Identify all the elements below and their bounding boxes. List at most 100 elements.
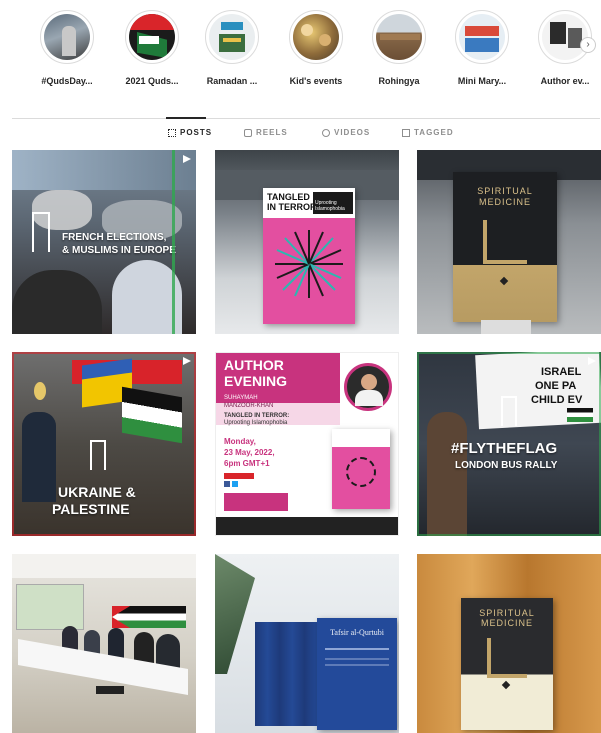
- post-panel-meeting[interactable]: [12, 554, 196, 733]
- highlight-thumbnail: [376, 14, 422, 60]
- book-spines: [255, 622, 317, 726]
- post-fly-the-flag[interactable]: ISRAEL ONE PA CHILD EV #FLYTHEFLAG LONDO…: [417, 352, 601, 536]
- tab-posts-label: POSTS: [180, 128, 213, 137]
- projection-screen: [16, 584, 84, 630]
- calligraphy-icon: [483, 220, 527, 264]
- post-title-line2: & MUSLIMS IN EUROPE: [62, 245, 176, 256]
- book-cover: TANGLED IN TERROR Uprooting Islamophobia: [263, 188, 355, 324]
- post-spiritual-medicine[interactable]: SPIRITUAL MEDICINE: [417, 150, 601, 334]
- ceiling: [12, 554, 196, 578]
- flag-triangle: [112, 606, 130, 628]
- highlights-next-button[interactable]: ›: [580, 37, 596, 53]
- highlight-label: Author ev...: [540, 76, 590, 86]
- highlight-label: Mini Mary...: [457, 76, 507, 86]
- highlight-thumbnail: [459, 14, 505, 60]
- brand-logo-icon: [32, 212, 50, 252]
- speaker-avatar: [344, 363, 392, 411]
- event-footer-bar: [216, 517, 398, 535]
- book-title-b: IN TERROR: [267, 202, 317, 212]
- book-title: SPIRITUAL: [479, 608, 535, 618]
- video-icon: [322, 128, 330, 137]
- book-title: Tafsir al-Qurtubi: [330, 628, 384, 637]
- book-title-2: MEDICINE: [480, 618, 533, 628]
- tab-reels-label: REELS: [256, 128, 288, 137]
- register-badge: [224, 473, 254, 479]
- highlight-label: Ramadan ...: [206, 76, 258, 86]
- book-cover: SPIRITUAL MEDICINE: [453, 172, 557, 322]
- laptop: [96, 686, 124, 694]
- event-speaker-2: MANZOOR-KHAN: [224, 403, 274, 409]
- highlight-thumbnail: [209, 14, 255, 60]
- tab-tagged[interactable]: TAGGED: [402, 128, 454, 137]
- event-heading-1: AUTHOR: [224, 357, 284, 373]
- book-rule: [325, 648, 389, 650]
- highlight-thumbnail: [293, 14, 339, 60]
- twitter-icon: [232, 481, 238, 487]
- plant: [215, 554, 255, 674]
- tab-posts[interactable]: POSTS: [168, 128, 212, 137]
- highlight-mini-mary[interactable]: Mini Mary...: [442, 10, 522, 86]
- event-cta-banner: [224, 493, 288, 511]
- highlight-cover: [289, 10, 343, 64]
- highlight-quds-day[interactable]: #QudsDay...: [27, 10, 107, 86]
- story-highlights: #QudsDay... 2021 Quds... Ramadan ... Kid…: [0, 0, 601, 100]
- diamond-icon: [499, 276, 509, 286]
- post-tafsir-al-qurtubi[interactable]: Tafsir al-Qurtubi: [215, 554, 399, 733]
- diamond-icon: [501, 680, 511, 690]
- tab-tagged-label: TAGGED: [414, 128, 454, 137]
- book-subtitle: Uprooting Islamophobia: [315, 200, 345, 212]
- highlight-rohingya[interactable]: Rohingya: [359, 10, 439, 86]
- tab-videos[interactable]: VIDEOS: [322, 128, 370, 137]
- highlight-label: 2021 Quds...: [125, 76, 179, 86]
- panelist: [108, 628, 124, 658]
- highlight-2021-quds[interactable]: 2021 Quds...: [112, 10, 192, 86]
- book-cover: SPIRITUAL MEDICINE: [461, 598, 553, 730]
- book-title-a: TANGLED: [267, 192, 310, 202]
- facebook-icon: [224, 481, 230, 487]
- post-tangled-in-terror[interactable]: TANGLED IN TERROR Uprooting Islamophobia: [215, 150, 399, 334]
- book-rule: [325, 664, 389, 666]
- book-title: SPIRITUAL: [477, 186, 533, 196]
- book-rule: [325, 658, 389, 660]
- post-title-line1: FRENCH ELECTIONS,: [62, 232, 167, 243]
- highlight-cover: [125, 10, 179, 64]
- highlight-cover: [455, 10, 509, 64]
- post-image-figure: [12, 270, 102, 334]
- tab-reels[interactable]: REELS: [244, 128, 288, 137]
- highlight-label: #QudsDay...: [41, 76, 93, 86]
- green-frame-accent: [417, 352, 601, 536]
- tagged-icon: [402, 128, 410, 137]
- highlight-cover: [40, 10, 94, 64]
- event-speaker-1: SUHAYMAH: [224, 395, 258, 401]
- reels-icon: [244, 128, 252, 137]
- highlight-label: Kid's events: [289, 76, 343, 86]
- green-frame-accent: [172, 150, 196, 334]
- post-french-elections[interactable]: FRENCH ELECTIONS, & MUSLIMS IN EUROPE: [12, 150, 196, 334]
- highlight-thumbnail: [542, 14, 588, 60]
- calligraphy-icon: [487, 638, 527, 678]
- highlight-thumbnail: [44, 14, 90, 60]
- event-heading-2: EVENING: [224, 373, 288, 389]
- highlight-ramadan[interactable]: Ramadan ...: [192, 10, 272, 86]
- tab-videos-label: VIDEOS: [334, 128, 371, 137]
- post-author-evening[interactable]: AUTHOR EVENING SUHAYMAH MANZOOR-KHAN TAN…: [215, 352, 399, 536]
- starburst-icon: [275, 230, 343, 298]
- highlight-label: Rohingya: [378, 76, 420, 86]
- post-spiritual-medicine-wood[interactable]: SPIRITUAL MEDICINE: [417, 554, 601, 733]
- highlight-thumbnail: [129, 14, 175, 60]
- red-frame-accent: [12, 352, 196, 536]
- active-tab-indicator: [166, 117, 206, 119]
- highlight-kids-events[interactable]: Kid's events: [276, 10, 356, 86]
- book-cover-small: [332, 429, 390, 509]
- event-book-subtitle: Uprooting Islamophobia: [224, 420, 288, 426]
- event-date-2: 23 May, 2022,: [224, 448, 275, 457]
- book-title-2: MEDICINE: [478, 197, 531, 207]
- highlight-cover: [372, 10, 426, 64]
- highlight-cover: [205, 10, 259, 64]
- post-image-background: [12, 150, 196, 190]
- event-time: 6pm GMT+1: [224, 459, 270, 468]
- event-book-title: TANGLED IN TERROR:: [224, 413, 290, 419]
- event-date-1: Monday,: [224, 437, 256, 446]
- grid-icon: [168, 128, 176, 137]
- post-ukraine-palestine[interactable]: UKRAINE & PALESTINE: [12, 352, 196, 536]
